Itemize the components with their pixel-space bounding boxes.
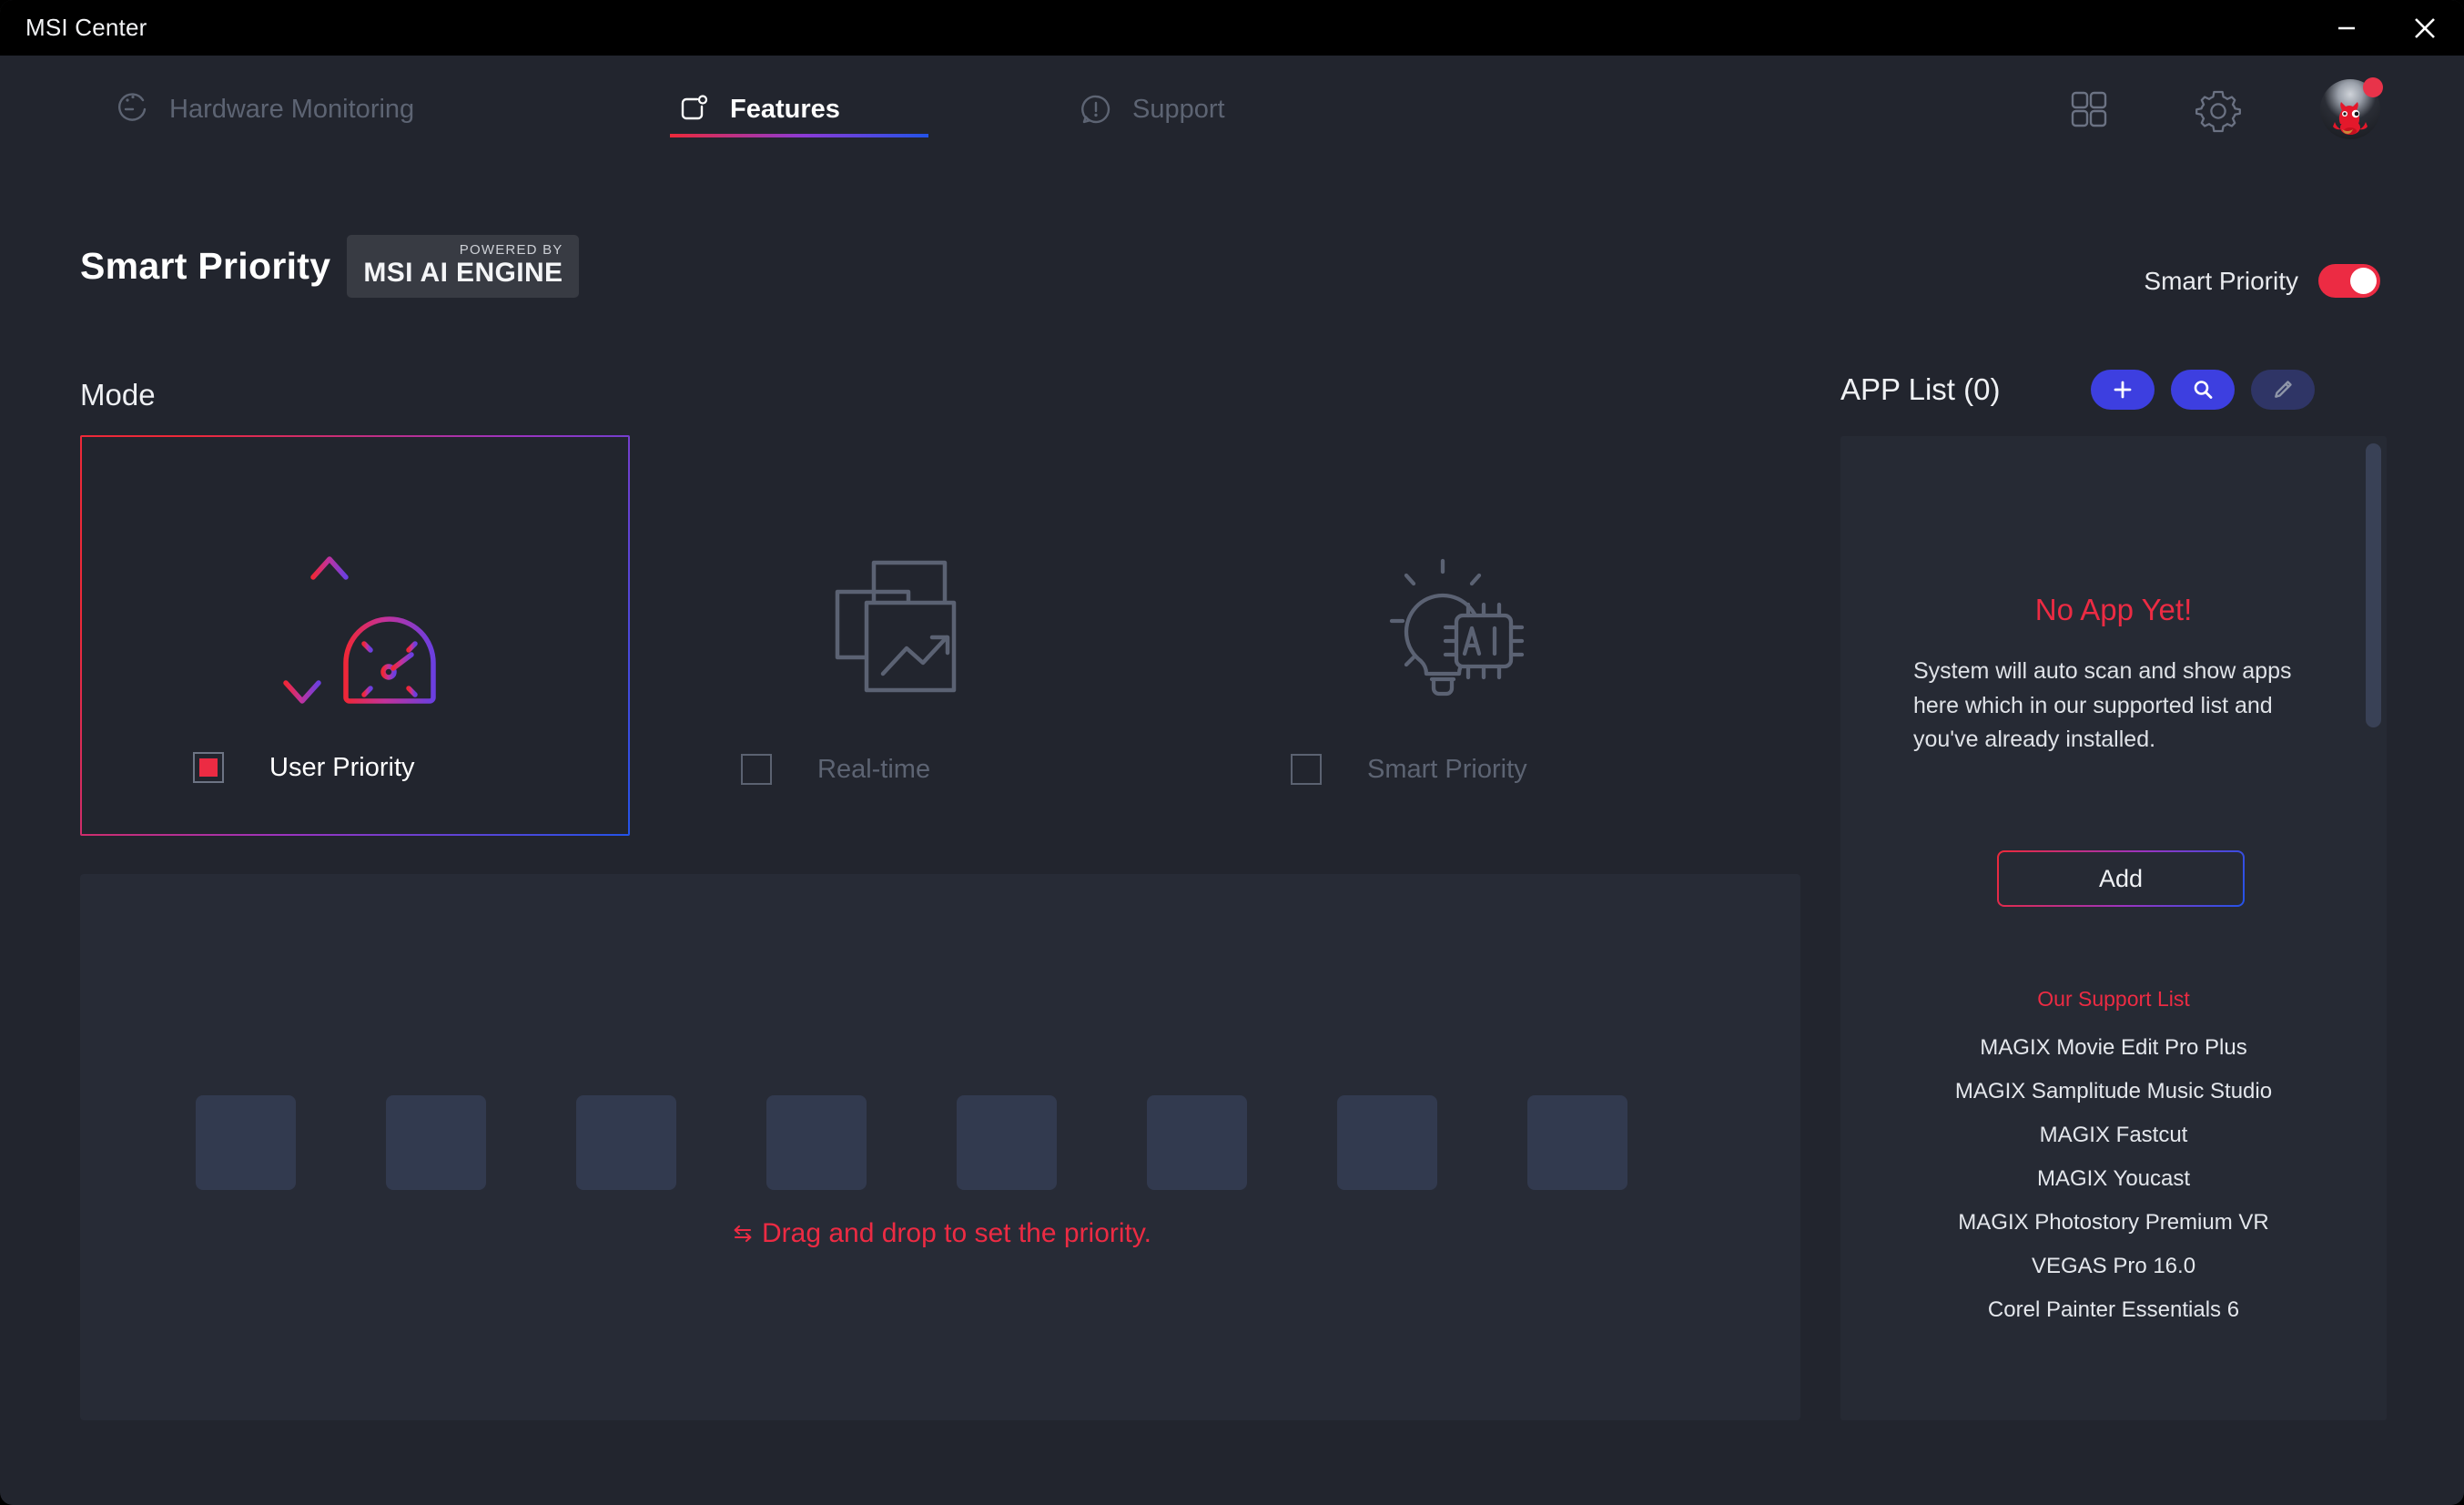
smart-priority-toggle-group: Smart Priority — [2144, 264, 2380, 298]
mode-checkbox-user-priority[interactable] — [193, 752, 224, 783]
ai-badge-name: MSI AI ENGINE — [363, 258, 563, 288]
support-list-item: MAGIX Youcast — [2036, 1166, 2191, 1191]
priority-slot[interactable] — [196, 1095, 296, 1190]
app-list-search-button[interactable] — [2171, 370, 2236, 410]
mode-label-real-time: Real-time — [817, 754, 931, 784]
mode-card-real-time[interactable]: Real-time — [630, 435, 1180, 836]
close-button[interactable] — [2386, 0, 2464, 56]
app-list-scrollbar[interactable] — [2366, 443, 2381, 727]
mode-card-footer-smart-priority: Smart Priority — [1180, 754, 1729, 785]
title-bar: MSI Center — [0, 0, 2464, 56]
support-list-title: Our Support List — [2037, 987, 2190, 1011]
app-list-edit-button[interactable] — [2251, 370, 2316, 410]
window-controls — [2307, 0, 2464, 56]
app-list-header: APP List (0) — [1840, 370, 2316, 410]
minimize-button[interactable] — [2307, 0, 2386, 56]
app-list-title: APP List (0) — [1840, 372, 2001, 406]
mode-card-footer-user-priority: User Priority — [82, 752, 628, 783]
mode-card-row: User Priority Real-time Smart Priority — [80, 435, 1800, 836]
apps-grid-icon[interactable] — [2062, 82, 2116, 137]
avatar[interactable] — [2320, 77, 2383, 139]
mode-checkbox-real-time[interactable] — [741, 754, 772, 785]
checkbox-fill — [199, 758, 218, 777]
app-list-actions — [2091, 370, 2316, 410]
priority-slot-list — [196, 1095, 1627, 1190]
priority-slot[interactable] — [957, 1095, 1057, 1190]
no-app-title: No App Yet! — [2034, 593, 2193, 626]
ai-badge-powered-by: POWERED BY — [459, 242, 563, 258]
drag-hint-text: Drag and drop to set the priority. — [762, 1218, 1151, 1248]
smart-priority-toggle-label: Smart Priority — [2144, 266, 2298, 295]
priority-slot[interactable] — [1337, 1095, 1437, 1190]
swap-arrows-icon — [729, 1220, 756, 1247]
app-list-add-button[interactable] — [2091, 370, 2155, 410]
priority-slot[interactable] — [386, 1095, 486, 1190]
mode-card-user-priority[interactable]: User Priority — [80, 435, 630, 836]
mode-section-label: Mode — [80, 378, 156, 412]
support-list-item: MAGIX Samplitude Music Studio — [1954, 1079, 2273, 1103]
tab-support[interactable]: Support — [1072, 56, 1282, 163]
window-title: MSI Center — [25, 14, 147, 41]
nav-right-icons — [2062, 56, 2383, 163]
add-app-button[interactable]: Add — [1997, 850, 2245, 907]
nav-bar: Hardware Monitoring Features Support — [0, 56, 2464, 163]
mode-label-smart-priority: Smart Priority — [1367, 754, 1527, 784]
add-app-button-label: Add — [1999, 852, 2243, 905]
toggle-knob — [2350, 268, 2377, 294]
active-tab-underline — [670, 134, 928, 137]
feature-square-icon — [670, 86, 717, 133]
tab-label-hardware-monitoring: Hardware Monitoring — [169, 94, 415, 124]
msi-center-window: MSI Center Hardware Monitoring Features … — [0, 0, 2464, 1505]
mode-card-smart-priority[interactable]: Smart Priority — [1180, 435, 1729, 836]
gauge-icon — [109, 86, 157, 133]
tab-features[interactable]: Features — [670, 56, 928, 163]
exclamation-bubble-icon — [1072, 86, 1120, 133]
stacked-windows-chart-icon — [805, 531, 1005, 740]
nav-tabs: Hardware Monitoring Features Support — [109, 56, 1282, 163]
app-list-panel: No App Yet! System will auto scan and sh… — [1840, 436, 2387, 1420]
page-header: Smart Priority POWERED BY MSI AI ENGINE — [80, 235, 580, 298]
page-title: Smart Priority — [80, 244, 331, 287]
priority-gauge-icon — [246, 531, 464, 740]
priority-slot[interactable] — [1147, 1095, 1247, 1190]
tab-label-features: Features — [730, 94, 840, 124]
support-list-item: MAGIX Fastcut — [2039, 1123, 2188, 1147]
ai-engine-badge: POWERED BY MSI AI ENGINE — [347, 235, 580, 298]
smart-priority-toggle[interactable] — [2318, 264, 2380, 298]
priority-slot[interactable] — [766, 1095, 867, 1190]
tab-hardware-monitoring[interactable]: Hardware Monitoring — [109, 56, 455, 163]
mode-card-footer-real-time: Real-time — [630, 754, 1180, 785]
mode-label-user-priority: User Priority — [269, 752, 415, 782]
gear-icon[interactable] — [2191, 82, 2246, 137]
priority-slot[interactable] — [1527, 1095, 1627, 1190]
no-app-description: System will auto scan and show apps here… — [1913, 658, 2292, 752]
support-list-item: Corel Painter Essentials 6 — [1987, 1297, 2240, 1322]
priority-dropzone[interactable] — [80, 874, 1800, 1420]
lightbulb-ai-chip-icon — [1350, 531, 1559, 740]
support-list: MAGIX Movie Edit Pro Plus MAGIX Samplitud… — [1840, 1026, 2387, 1332]
support-list-item: MAGIX Movie Edit Pro Plus — [1980, 1035, 2247, 1060]
mode-checkbox-smart-priority[interactable] — [1291, 754, 1322, 785]
support-list-item: VEGAS Pro 16.0 — [2031, 1254, 2196, 1278]
tab-label-support: Support — [1132, 94, 1225, 124]
notification-dot — [2363, 77, 2383, 97]
support-list-item: MAGIX Photostory Premium VR — [1958, 1210, 2269, 1235]
priority-slot[interactable] — [576, 1095, 676, 1190]
